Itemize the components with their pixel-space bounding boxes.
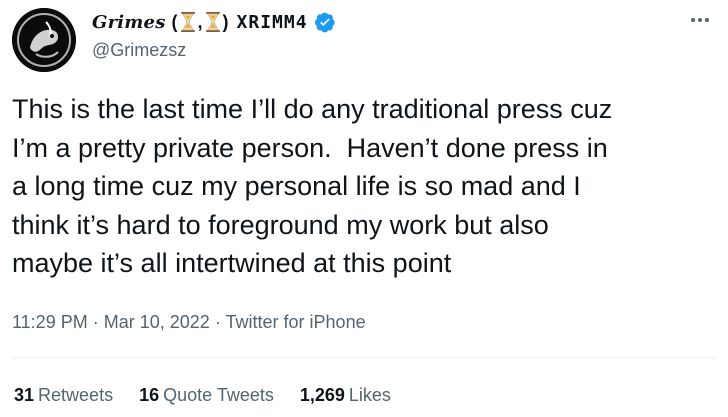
quotes-label: Quote Tweets	[163, 385, 274, 405]
avatar-image	[12, 8, 76, 72]
tweet-text: This is the last time I’ll do any tradit…	[12, 94, 613, 278]
hourglass-icon	[205, 12, 221, 32]
verified-badge-icon	[314, 11, 336, 33]
tweet-source[interactable]: Twitter for iPhone	[226, 312, 366, 332]
name-separator: ,	[197, 11, 203, 32]
divider	[12, 357, 716, 358]
runes-name: XRIMM4	[236, 11, 308, 33]
retweets-link[interactable]: 31 Retweets	[14, 385, 113, 406]
author-name[interactable]: Grimes ( , ) XRIMM4	[92, 11, 336, 33]
more-options-icon[interactable]	[688, 10, 712, 30]
display-name-prefix: Grimes	[92, 11, 166, 33]
tweet-metadata: 11:29 PM · Mar 10, 2022 · Twitter for iP…	[12, 312, 366, 333]
author-handle[interactable]: @Grimezsz	[92, 40, 186, 61]
tweet-date[interactable]: Mar 10, 2022	[104, 312, 210, 332]
likes-count: 1,269	[299, 385, 345, 405]
meta-separator: ·	[214, 312, 221, 332]
meta-separator: ·	[92, 312, 99, 332]
close-paren: )	[222, 11, 229, 32]
quotes-count: 16	[139, 385, 160, 405]
hourglass-icon	[180, 12, 196, 32]
likes-link[interactable]: 1,269 Likes	[300, 385, 391, 406]
avatar[interactable]	[12, 8, 76, 72]
quote-tweets-link[interactable]: 16 Quote Tweets	[139, 385, 274, 406]
open-paren: (	[171, 11, 178, 32]
retweets-count: 31	[14, 385, 35, 405]
likes-label: Likes	[348, 385, 391, 405]
tweet-time[interactable]: 11:29 PM	[12, 312, 88, 332]
tweet-stats: 31 Retweets 16 Quote Tweets 1,269 Likes	[14, 385, 391, 406]
retweets-label: Retweets	[38, 385, 114, 405]
